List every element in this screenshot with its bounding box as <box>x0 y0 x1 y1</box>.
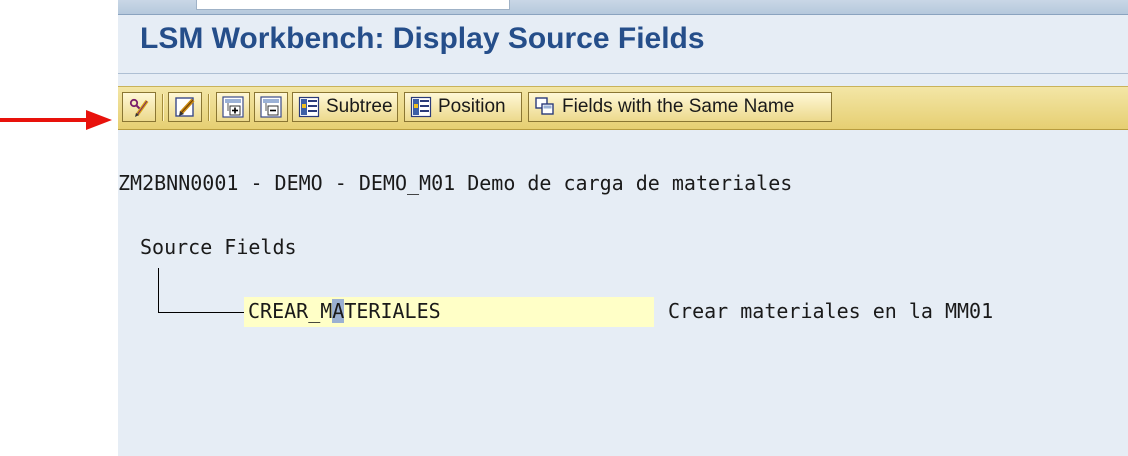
title-divider <box>118 73 1128 74</box>
collapse-subtree-button[interactable] <box>254 92 288 122</box>
annotation-arrow <box>0 110 112 130</box>
top-strip <box>118 0 1128 15</box>
edit-button[interactable] <box>168 92 202 122</box>
tree-connector-horizontal <box>158 312 244 313</box>
tree-node-field[interactable]: CREAR_MATERIALES <box>244 297 654 327</box>
position-icon <box>410 96 432 118</box>
display-change-icon <box>129 98 149 117</box>
display-change-button[interactable] <box>122 92 156 122</box>
position-label: Position <box>438 96 506 117</box>
toolbar-separator <box>162 94 164 121</box>
position-button[interactable]: Position <box>404 92 522 122</box>
toolbar-separator <box>208 94 210 121</box>
edit-pencil-icon <box>175 97 195 117</box>
application-toolbar: Subtree Position Fields with the Same Na… <box>118 86 1128 130</box>
tree-connector-vertical <box>158 268 159 312</box>
same-name-fields-icon <box>535 97 554 115</box>
expand-subtree-button[interactable] <box>216 92 250 122</box>
main-content: ZM2BNN0001 - DEMO - DEMO_M01 Demo de car… <box>118 160 1128 456</box>
command-field[interactable] <box>196 0 510 10</box>
sap-window: LSM Workbench: Display Source Fields Sub… <box>118 0 1128 456</box>
subtree-button[interactable]: Subtree <box>292 92 398 122</box>
header-line: ZM2BNN0001 - DEMO - DEMO_M01 Demo de car… <box>118 171 793 195</box>
subtree-label: Subtree <box>326 96 393 117</box>
collapse-subtree-icon <box>260 96 282 118</box>
tree-root-label: Source Fields <box>140 235 297 259</box>
tree-node-description: Crear materiales en la MM01 <box>668 299 994 323</box>
expand-subtree-icon <box>222 96 244 118</box>
tree-node-name[interactable]: CREAR_MATERIALES <box>248 299 441 323</box>
page-title: LSM Workbench: Display Source Fields <box>140 22 705 55</box>
subtree-icon <box>298 96 320 118</box>
node-name-part: TERIALES <box>344 299 441 323</box>
same-name-fields-label: Fields with the Same Name <box>562 96 795 117</box>
node-name-part: CREAR_M <box>248 299 333 323</box>
text-cursor: A <box>332 299 345 323</box>
same-name-fields-button[interactable]: Fields with the Same Name <box>528 92 832 122</box>
